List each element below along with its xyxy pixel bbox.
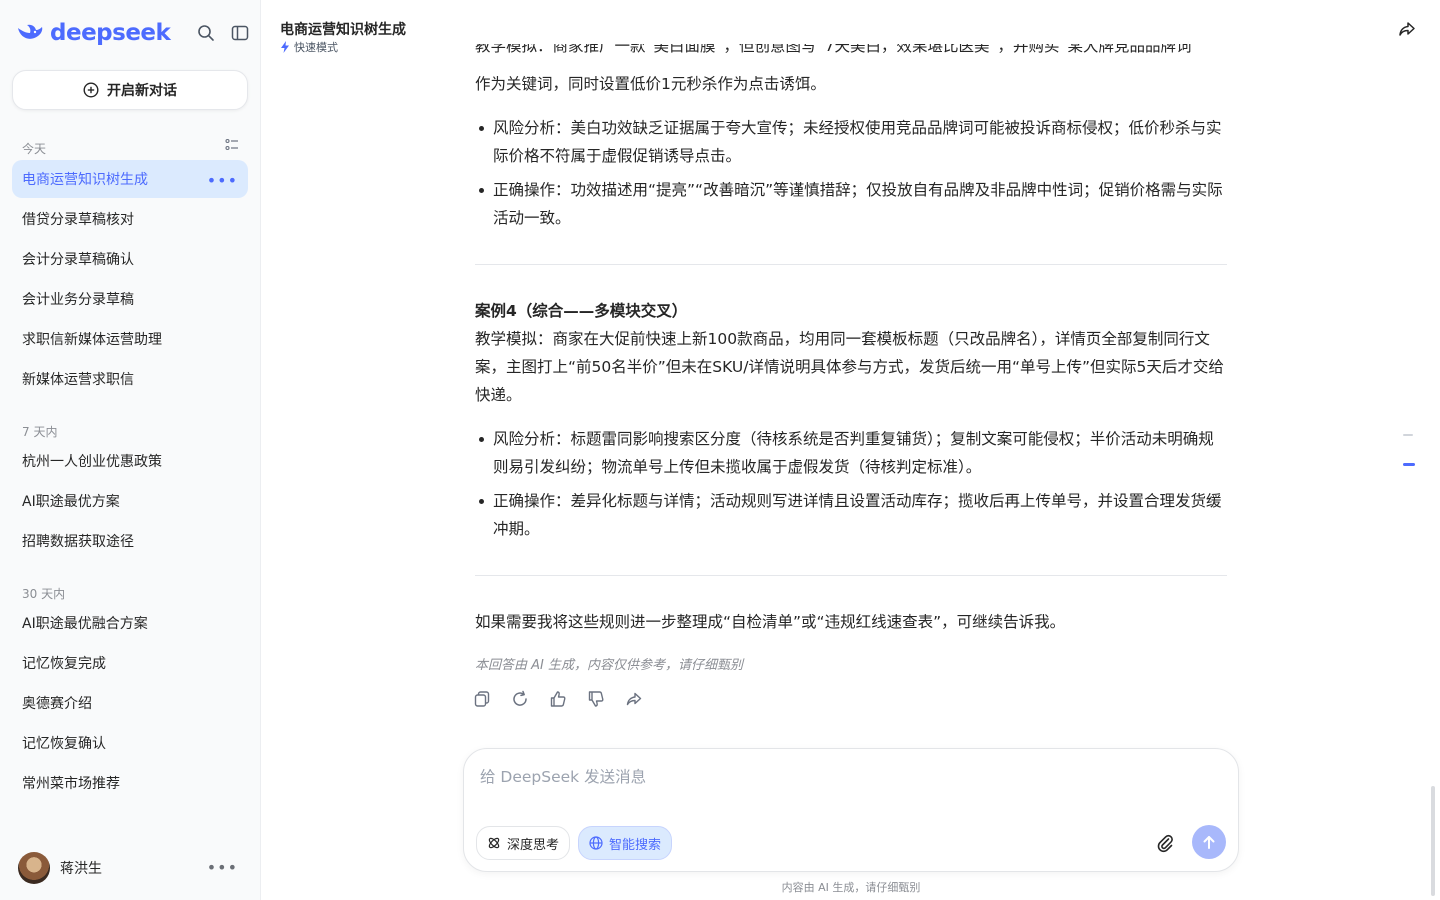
- sidebar-item[interactable]: 杭州一人创业优惠政策: [12, 442, 248, 480]
- more-icon[interactable]: •••: [207, 171, 238, 190]
- list-item: 正确操作：差异化标题与详情；活动规则写进详情且设置活动库存；揽收后再上传单号，并…: [479, 487, 1225, 543]
- lightning-icon: [281, 41, 289, 53]
- sidebar-item-label: 记忆恢复确认: [22, 736, 106, 752]
- message-actions: [473, 690, 643, 708]
- sidebar-item-label: 会计分录草稿确认: [22, 252, 134, 268]
- message-closing: 如果需要我将这些规则进一步整理成“自检清单”或“违规红线速查表”，可继续告诉我。: [475, 613, 1066, 631]
- sidebar-item-label: AI职途最优融合方案: [22, 616, 148, 632]
- sidebar-item-label: 记忆恢复完成: [22, 656, 106, 672]
- sidebar-item[interactable]: AI职途最优方案: [12, 482, 248, 520]
- message-line-cutoff: 教学模拟：商家推广一款“美白面膜”，但创意图写“7天美白，效果堪比医美”，并购买…: [475, 44, 1200, 55]
- group-label-7days: 7 天内: [22, 425, 58, 439]
- atom-icon: [488, 837, 500, 849]
- sidebar-item[interactable]: 借贷分录草稿核对: [12, 200, 248, 238]
- sidebar-item[interactable]: 常州菜市场推荐: [12, 764, 248, 802]
- mode-badge: 快速模式: [280, 39, 338, 55]
- outline-marker-active[interactable]: [1403, 463, 1415, 466]
- list-filter-icon[interactable]: [225, 138, 239, 152]
- regenerate-icon[interactable]: [511, 690, 529, 708]
- message-paragraph: 作为关键词，同时设置低价1元秒杀作为点击诱饵。: [475, 75, 826, 93]
- arrow-up-icon: [1203, 836, 1215, 849]
- divider: [475, 575, 1227, 576]
- whale-icon: [18, 24, 43, 39]
- smart-search-toggle[interactable]: 智能搜索: [578, 826, 673, 860]
- group-label-today: 今天: [22, 142, 47, 156]
- deep-think-label: 深度思考: [507, 837, 560, 853]
- sidebar-item[interactable]: 会计分录草稿确认: [12, 240, 248, 278]
- sidebar-item-label: 电商运营知识树生成: [22, 172, 148, 188]
- paperclip-icon[interactable]: [1155, 833, 1175, 853]
- user-profile[interactable]: 蒋洪生 •••: [12, 846, 248, 890]
- sidebar-item[interactable]: 记忆恢复完成: [12, 644, 248, 682]
- search-icon[interactable]: [195, 22, 217, 44]
- user-name: 蒋洪生: [60, 861, 102, 877]
- page-title: 电商运营知识树生成: [280, 22, 406, 38]
- share-icon[interactable]: [625, 690, 643, 708]
- smart-search-label: 智能搜索: [609, 837, 662, 853]
- scrollbar[interactable]: [1431, 786, 1435, 896]
- sidebar-toggle-icon[interactable]: [229, 22, 251, 44]
- message-composer: 深度思考 智能搜索: [463, 748, 1239, 872]
- sidebar-item[interactable]: 求职信新媒体运营助理: [12, 320, 248, 358]
- avatar: [18, 852, 50, 884]
- sidebar-item[interactable]: 记忆恢复确认: [12, 724, 248, 762]
- message-paragraph: 教学模拟：商家在大促前快速上新100款商品，均用同一套模板标题（只改品牌名），详…: [475, 330, 1224, 404]
- group-label-30days: 30 天内: [22, 587, 66, 601]
- sidebar-item-label: 借贷分录草稿核对: [22, 212, 134, 228]
- sidebar-item-label: 会计业务分录草稿: [22, 292, 134, 308]
- plus-circle-icon: [83, 82, 99, 98]
- sidebar-item-label: 常州菜市场推荐: [22, 776, 120, 792]
- new-chat-label: 开启新对话: [107, 83, 177, 99]
- message-input[interactable]: [480, 763, 1220, 791]
- sidebar-item[interactable]: AI职途最优融合方案: [12, 604, 248, 642]
- sidebar-item-label: 奥德赛介绍: [22, 696, 92, 712]
- brand-name: deepseek: [50, 20, 171, 46]
- sidebar-item-label: 杭州一人创业优惠政策: [22, 454, 162, 470]
- outline-marker[interactable]: [1403, 434, 1413, 436]
- brand-logo[interactable]: deepseek: [16, 18, 171, 48]
- list-item: 风险分析：美白功效缺乏证据属于夸大宣传；未经授权使用竞品品牌词可能被投诉商标侵权…: [479, 114, 1225, 170]
- case-heading: 案例4（综合——多模块交叉）: [475, 302, 688, 320]
- sidebar-item-active[interactable]: 电商运营知识树生成 •••: [12, 160, 248, 198]
- thumbs-down-icon[interactable]: [587, 690, 605, 708]
- sidebar-item[interactable]: 会计业务分录草稿: [12, 280, 248, 318]
- thumbs-up-icon[interactable]: [549, 690, 567, 708]
- sidebar-item[interactable]: 新媒体运营求职信: [12, 360, 248, 398]
- sidebar-item[interactable]: 奥德赛介绍: [12, 684, 248, 722]
- sidebar-item[interactable]: 招聘数据获取途径: [12, 522, 248, 560]
- copy-icon[interactable]: [473, 690, 491, 708]
- sidebar-item-label: 求职信新媒体运营助理: [22, 332, 162, 348]
- list-item: 正确操作：功效描述用“提亮”“改善暗沉”等谨慎措辞；仅投放自有品牌及非品牌中性词…: [479, 176, 1225, 232]
- mode-label: 快速模式: [294, 41, 338, 54]
- ai-disclaimer: 本回答由 AI 生成，内容仅供参考，请仔细甄别: [475, 658, 743, 673]
- new-chat-button[interactable]: 开启新对话: [12, 70, 248, 110]
- share-icon[interactable]: [1397, 19, 1419, 41]
- divider: [475, 264, 1227, 265]
- sidebar-item-label: AI职途最优方案: [22, 494, 120, 510]
- list-item: 风险分析：标题雷同影响搜索区分度（待核系统是否判重复铺货）；复制文案可能侵权；半…: [479, 425, 1225, 481]
- more-icon[interactable]: •••: [207, 858, 238, 877]
- sidebar: deepseek 开启新对话 今天 电商运营知识树生成 ••• 借贷分录草稿核对…: [0, 0, 261, 900]
- footer-note: 内容由 AI 生成，请仔细甄别: [781, 881, 921, 894]
- sidebar-item-label: 新媒体运营求职信: [22, 372, 134, 388]
- sidebar-item-label: 招聘数据获取途径: [22, 534, 134, 550]
- globe-icon: [589, 836, 603, 850]
- deep-think-toggle[interactable]: 深度思考: [476, 826, 571, 860]
- sidebar-fade: [22, 814, 242, 830]
- send-button[interactable]: [1192, 825, 1226, 859]
